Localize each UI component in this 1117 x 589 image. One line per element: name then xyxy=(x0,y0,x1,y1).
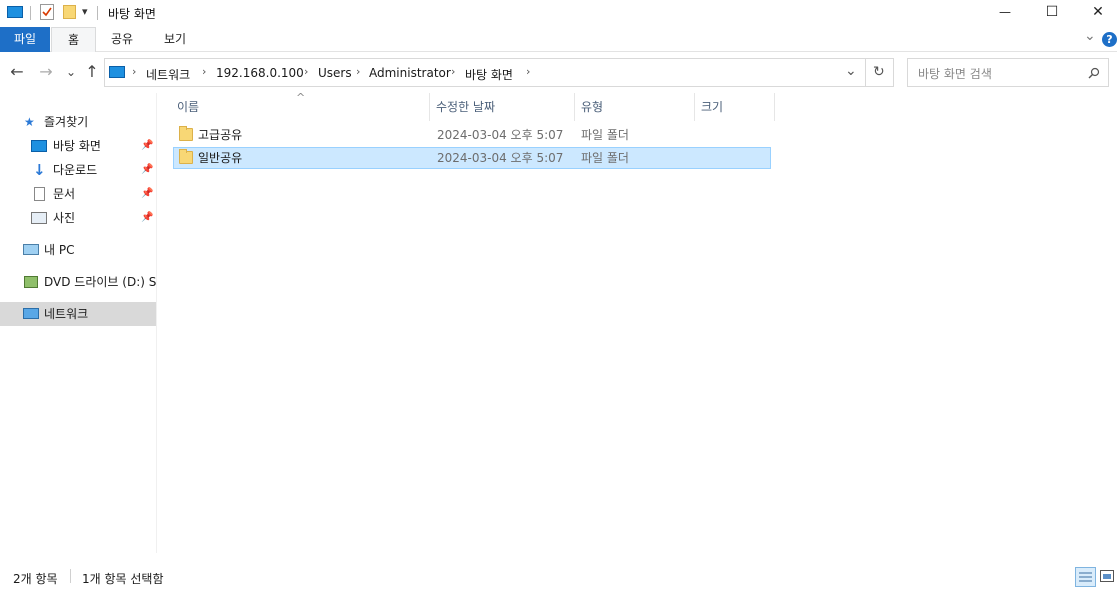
folder-icon xyxy=(179,149,193,164)
column-header-modified[interactable]: 수정한 날짜 xyxy=(430,93,575,121)
close-button[interactable]: ✕ xyxy=(1075,0,1117,26)
dvd-drive-icon xyxy=(24,276,38,288)
file-row[interactable]: 고급공유 2024-03-04 오후 5:07 파일 폴더 xyxy=(173,124,771,146)
breadcrumb-separator[interactable]: › xyxy=(202,65,206,78)
properties-icon[interactable] xyxy=(40,4,54,20)
refresh-icon: ↻ xyxy=(873,64,885,80)
star-icon: ★ xyxy=(24,115,35,129)
file-type: 파일 폴더 xyxy=(581,151,629,165)
sidebar-item-label: 바탕 화면 xyxy=(53,139,101,153)
breadcrumb-separator[interactable]: › xyxy=(132,65,136,78)
column-header-size[interactable]: 크기 xyxy=(695,93,775,121)
breadcrumb-desktop[interactable]: 바탕 화면 xyxy=(465,66,513,83)
search-placeholder: 바탕 화면 검색 xyxy=(918,67,992,81)
column-header-name[interactable]: 이름 xyxy=(171,93,430,121)
network-icon xyxy=(23,308,39,319)
window-title: 바탕 화면 xyxy=(108,7,156,21)
address-dropdown-icon[interactable]: ⌄ xyxy=(845,63,857,79)
breadcrumb-separator[interactable]: › xyxy=(526,65,530,78)
file-row[interactable]: 일반공유 2024-03-04 오후 5:07 파일 폴더 xyxy=(173,147,771,169)
file-name: 고급공유 xyxy=(198,128,243,142)
up-button[interactable]: ↑ xyxy=(84,64,100,80)
details-view-icon[interactable] xyxy=(1075,567,1096,587)
tab-view[interactable]: 보기 xyxy=(150,27,200,52)
file-list: ^ 이름 수정한 날짜 유형 크기 고급공유 2024-03-04 오후 5:0… xyxy=(158,91,1117,553)
help-icon[interactable]: ? xyxy=(1102,32,1117,47)
column-header-type[interactable]: 유형 xyxy=(575,93,695,121)
breadcrumb-separator[interactable]: › xyxy=(451,65,455,78)
breadcrumb-users[interactable]: Users xyxy=(318,66,352,80)
back-button[interactable]: ← xyxy=(9,64,25,80)
file-type: 파일 폴더 xyxy=(581,128,629,142)
new-folder-icon[interactable] xyxy=(63,5,76,19)
search-icon xyxy=(1088,67,1100,79)
folder-icon xyxy=(179,126,193,141)
selection-count: 1개 항목 선택함 xyxy=(82,572,164,586)
title-divider xyxy=(97,6,98,20)
maximize-button[interactable]: ☐ xyxy=(1029,0,1075,26)
sidebar-item-label: 사진 xyxy=(53,211,76,225)
sidebar-item-label: 문서 xyxy=(53,187,76,201)
title-bar: ▾ 바탕 화면 — ☐ ✕ xyxy=(0,0,1117,26)
pictures-icon xyxy=(31,212,47,224)
pin-icon: 📌 xyxy=(141,164,154,175)
ribbon-expand-icon[interactable]: ⌄ xyxy=(1084,28,1096,44)
sidebar-item-label: 내 PC xyxy=(44,243,75,257)
sidebar-item-network[interactable]: 네트워크 xyxy=(0,302,156,326)
network-location-icon xyxy=(109,66,125,78)
sidebar-item-pictures[interactable]: 사진 📌 xyxy=(0,206,156,230)
download-icon: ↓ xyxy=(33,161,46,179)
sidebar-item-label: 네트워크 xyxy=(44,307,89,321)
tab-share[interactable]: 공유 xyxy=(98,27,146,52)
ribbon: 파일 홈 공유 보기 ⌄ ? xyxy=(0,26,1117,52)
recent-locations-button[interactable]: ⌄ xyxy=(63,64,79,80)
large-icons-view-icon[interactable] xyxy=(1100,570,1114,582)
item-count: 2개 항목 xyxy=(13,572,58,586)
desktop-icon xyxy=(31,140,47,152)
sidebar-item-this-pc[interactable]: 내 PC xyxy=(0,238,156,262)
sidebar-item-label: 즐겨찾기 xyxy=(44,115,89,129)
sidebar-item-dvd-drive[interactable]: DVD 드라이브 (D:) S xyxy=(0,270,156,294)
quick-access-divider xyxy=(30,6,31,20)
address-bar[interactable]: › 네트워크 › 192.168.0.100 › Users › Adminis… xyxy=(104,58,866,87)
status-bar: 2개 항목 1개 항목 선택함 xyxy=(0,564,1117,589)
breadcrumb-host[interactable]: 192.168.0.100 xyxy=(216,66,304,80)
sidebar-item-desktop[interactable]: 바탕 화면 📌 xyxy=(0,134,156,158)
breadcrumb-separator[interactable]: › xyxy=(304,65,308,78)
pin-icon: 📌 xyxy=(141,212,154,223)
pin-icon: 📌 xyxy=(141,188,154,199)
pin-icon: 📌 xyxy=(141,140,154,151)
sidebar-item-downloads[interactable]: ↓ 다운로드 📌 xyxy=(0,158,156,182)
forward-button[interactable]: → xyxy=(38,64,54,80)
status-divider xyxy=(70,569,71,583)
tab-home[interactable]: 홈 xyxy=(51,27,96,52)
file-modified: 2024-03-04 오후 5:07 xyxy=(437,128,564,142)
desktop-icon xyxy=(7,6,23,18)
document-icon xyxy=(34,187,45,201)
breadcrumb-administrator[interactable]: Administrator xyxy=(369,66,451,80)
computer-icon xyxy=(23,244,39,255)
navigation-pane: ★ 즐겨찾기 바탕 화면 📌 ↓ 다운로드 📌 문서 📌 사진 📌 내 PC D… xyxy=(0,93,157,553)
file-modified: 2024-03-04 오후 5:07 xyxy=(437,151,564,165)
refresh-button[interactable]: ↻ xyxy=(866,58,894,87)
file-name: 일반공유 xyxy=(198,151,243,165)
breadcrumb-separator[interactable]: › xyxy=(356,65,360,78)
breadcrumb-network[interactable]: 네트워크 xyxy=(146,66,190,83)
search-input[interactable]: 바탕 화면 검색 xyxy=(907,58,1109,87)
customize-dropdown-icon[interactable]: ▾ xyxy=(82,5,88,18)
minimize-button[interactable]: — xyxy=(982,0,1028,26)
sidebar-item-documents[interactable]: 문서 📌 xyxy=(0,182,156,206)
tab-file[interactable]: 파일 xyxy=(0,27,50,52)
sidebar-item-label: 다운로드 xyxy=(53,163,98,177)
sidebar-item-quick-access[interactable]: ★ 즐겨찾기 xyxy=(0,110,156,134)
sidebar-item-label: DVD 드라이브 (D:) S xyxy=(44,275,156,289)
